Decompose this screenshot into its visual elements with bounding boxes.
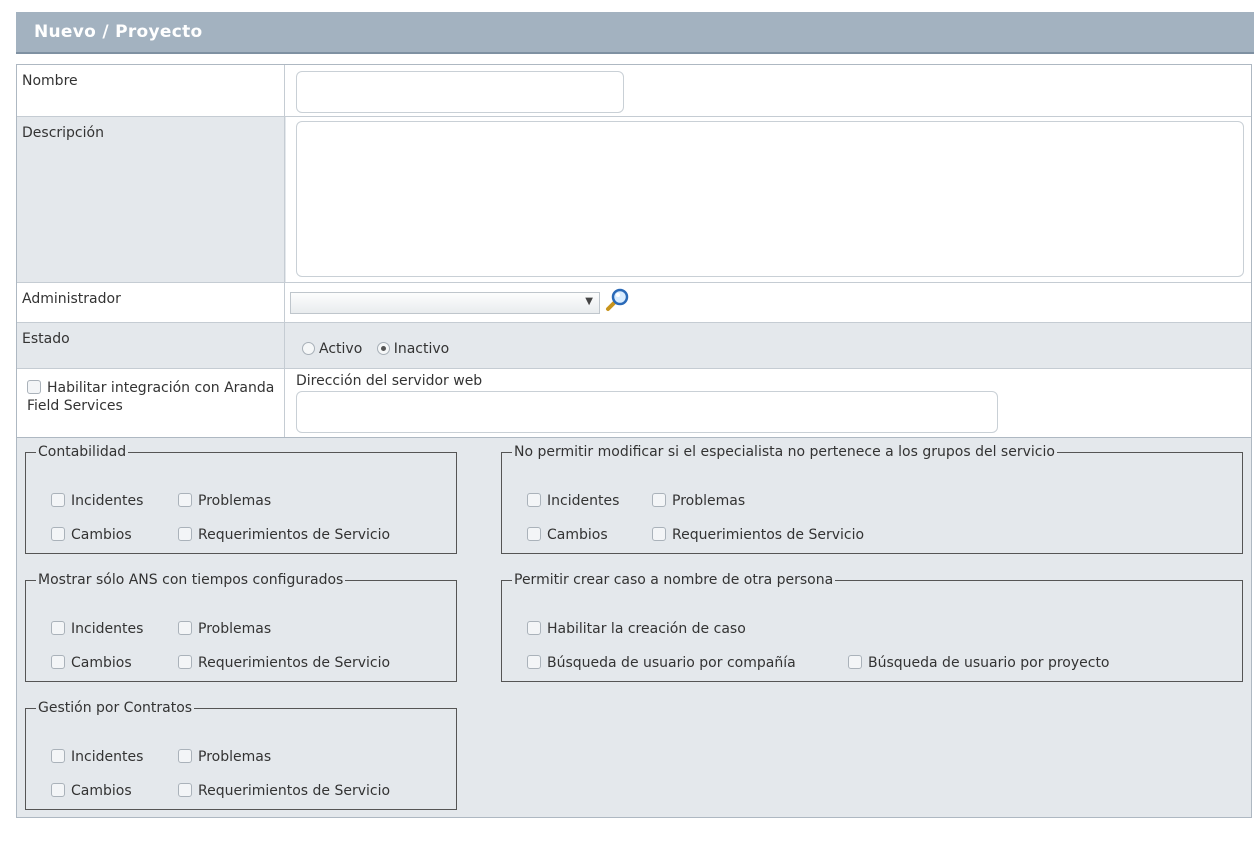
checkbox[interactable] [51,749,65,763]
checkbox[interactable] [527,621,541,635]
option-label: Incidentes [71,493,144,509]
descripcion-label: Descripción [17,117,285,282]
option-label: Habilitar la creación de caso [547,621,746,637]
estado-option-activo: Activo [319,341,363,357]
servidor-input[interactable] [296,391,998,433]
busqueda-por-compania[interactable]: Búsqueda de usuario por compañía [527,655,796,671]
estado-option-inactivo: Inactivo [393,341,450,357]
group-gestion-contratos: Gestión por Contratos Incidentes Problem… [25,700,457,810]
option-label: Incidentes [547,493,620,509]
checkbox[interactable] [178,655,192,669]
afs-cell: Habilitar integración con Aranda Field S… [17,369,285,437]
afs-label: Habilitar integración con Aranda Field S… [27,380,275,414]
contabilidad-problemas[interactable]: Problemas [178,493,271,509]
contabilidad-incidentes[interactable]: Incidentes [51,493,143,509]
no-permitir-problemas[interactable]: Problemas [652,493,745,509]
checkbox[interactable] [51,493,65,507]
no-permitir-legend: No permitir modificar si el especialista… [514,444,1055,460]
estado-radio-group: Activo Inactivo [302,341,449,357]
chevron-down-icon: ▼ [585,296,593,307]
nombre-label: Nombre [17,65,285,116]
checkbox[interactable] [178,493,192,507]
checkbox[interactable] [527,655,541,669]
checkbox[interactable] [652,527,666,541]
habilitar-creacion-caso[interactable]: Habilitar la creación de caso [527,621,746,637]
no-permitir-requerimientos[interactable]: Requerimientos de Servicio [652,527,864,543]
checkbox[interactable] [527,493,541,507]
contabilidad-requerimientos[interactable]: Requerimientos de Servicio [178,527,390,543]
row-nombre: Nombre [17,65,1251,117]
checkbox[interactable] [51,783,65,797]
option-label: Requerimientos de Servicio [198,783,391,799]
no-permitir-incidentes[interactable]: Incidentes [527,493,619,509]
option-label: Problemas [198,493,272,509]
group-contabilidad: Contabilidad Incidentes Problemas Cambio… [25,444,457,554]
no-permitir-cambios[interactable]: Cambios [527,527,608,543]
checkbox[interactable] [178,749,192,763]
estado-radio-activo[interactable] [302,342,315,355]
gestion-contratos-requerimientos[interactable]: Requerimientos de Servicio [178,783,390,799]
option-label: Búsqueda de usuario por compañía [547,655,796,671]
estado-label: Estado [17,323,285,368]
option-label: Requerimientos de Servicio [198,655,391,671]
checkbox[interactable] [652,493,666,507]
estado-radio-inactivo[interactable] [376,342,390,355]
page-title: Nuevo / Proyecto [34,22,203,42]
gestion-contratos-legend: Gestión por Contratos [38,700,193,716]
gestion-contratos-cambios[interactable]: Cambios [51,783,132,799]
contabilidad-legend: Contabilidad [38,444,127,460]
group-mostrar-ans: Mostrar sólo ANS con tiempos configurado… [25,572,457,682]
mostrar-ans-legend: Mostrar sólo ANS con tiempos configurado… [38,572,344,588]
option-label: Incidentes [71,621,144,637]
magnifier-icon[interactable] [604,287,630,313]
checkbox[interactable] [51,655,65,669]
checkbox[interactable] [51,621,65,635]
contabilidad-cambios[interactable]: Cambios [51,527,132,543]
option-label: Requerimientos de Servicio [672,527,865,543]
page-header: Nuevo / Proyecto [16,12,1254,54]
project-form: Nombre Descripción Administrador ▼ Estad… [16,64,1252,438]
option-label: Problemas [672,493,746,509]
mostrar-ans-cambios[interactable]: Cambios [51,655,132,671]
mostrar-ans-incidentes[interactable]: Incidentes [51,621,143,637]
administrador-select[interactable]: ▼ [290,292,600,314]
row-descripcion: Descripción [17,117,1251,283]
row-afs: Habilitar integración con Aranda Field S… [17,369,1251,437]
checkbox[interactable] [178,527,192,541]
group-permitir-crear: Permitir crear caso a nombre de otra per… [501,572,1243,682]
row-estado: Estado Activo Inactivo [17,323,1251,369]
administrador-label: Administrador [17,283,285,322]
checkbox[interactable] [848,655,862,669]
mostrar-ans-requerimientos[interactable]: Requerimientos de Servicio [178,655,390,671]
nombre-input[interactable] [296,71,624,113]
checkbox[interactable] [178,621,192,635]
option-label: Cambios [547,527,608,543]
option-label: Cambios [71,527,132,543]
group-no-permitir: No permitir modificar si el especialista… [501,444,1243,554]
permitir-crear-legend: Permitir crear caso a nombre de otra per… [514,572,834,588]
gestion-contratos-incidentes[interactable]: Incidentes [51,749,143,765]
options-area: Contabilidad Incidentes Problemas Cambio… [16,438,1252,818]
option-label: Cambios [71,655,132,671]
row-administrador: Administrador ▼ [17,283,1251,323]
option-label: Cambios [71,783,132,799]
checkbox[interactable] [527,527,541,541]
checkbox[interactable] [178,783,192,797]
option-label: Incidentes [71,749,144,765]
option-label: Problemas [198,621,272,637]
servidor-label: Dirección del servidor web [296,373,483,389]
option-label: Búsqueda de usuario por proyecto [868,655,1110,671]
checkbox[interactable] [51,527,65,541]
option-label: Requerimientos de Servicio [198,527,391,543]
mostrar-ans-problemas[interactable]: Problemas [178,621,271,637]
afs-checkbox[interactable] [27,380,41,394]
option-label: Problemas [198,749,272,765]
gestion-contratos-problemas[interactable]: Problemas [178,749,271,765]
busqueda-por-proyecto[interactable]: Búsqueda de usuario por proyecto [848,655,1110,671]
descripcion-textarea[interactable] [296,121,1244,277]
